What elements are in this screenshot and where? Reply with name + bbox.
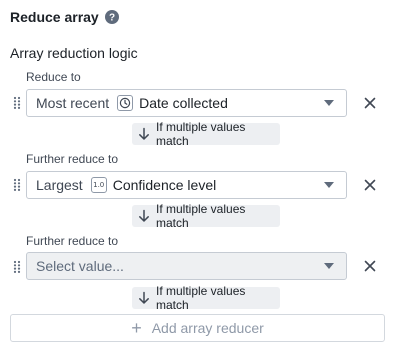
- arrow-down-icon: [138, 127, 150, 141]
- multiple-match-label: If multiple values match: [156, 284, 246, 312]
- aggregation-label: Most recent: [36, 95, 110, 111]
- reducer-label: Further reduce to: [26, 234, 119, 248]
- arrow-down-icon: [138, 209, 150, 223]
- arrow-down-icon: [138, 291, 150, 305]
- multiple-match-label: If multiple values match: [156, 120, 246, 148]
- aggregation-label: Largest: [36, 177, 83, 193]
- chevron-down-icon: [324, 182, 334, 188]
- multiple-match-label: If multiple values match: [156, 202, 246, 230]
- reducer-label: Reduce to: [26, 70, 81, 84]
- reducer-select[interactable]: Most recent Date collected: [26, 89, 347, 117]
- close-icon: [364, 260, 376, 272]
- close-icon: [364, 179, 376, 191]
- multiple-match-button[interactable]: If multiple values match: [132, 202, 280, 230]
- select-placeholder: Select value...: [36, 258, 124, 274]
- drag-handle-icon[interactable]: [12, 96, 22, 110]
- plus-icon: +: [131, 318, 142, 338]
- section-label: Array reduction logic: [10, 45, 138, 61]
- number-type-icon: 1.0: [90, 177, 107, 193]
- reducer-select[interactable]: Select value...: [26, 252, 347, 280]
- header: Reduce array ?: [10, 9, 119, 25]
- add-array-reducer-button[interactable]: + Add array reducer: [10, 314, 385, 342]
- remove-reducer-button[interactable]: [363, 259, 377, 273]
- reducer-select[interactable]: Largest 1.0 Confidence level: [26, 171, 347, 199]
- clock-icon: [117, 95, 134, 111]
- drag-handle-icon[interactable]: [12, 260, 22, 274]
- field-label: Confidence level: [112, 177, 217, 193]
- add-array-reducer-label: Add array reducer: [151, 320, 264, 336]
- page-title: Reduce array: [10, 9, 99, 25]
- help-icon[interactable]: ?: [104, 10, 119, 24]
- remove-reducer-button[interactable]: [363, 178, 377, 192]
- close-icon: [364, 97, 376, 109]
- remove-reducer-button[interactable]: [363, 96, 377, 110]
- field-label: Date collected: [139, 95, 228, 111]
- chevron-down-icon: [324, 263, 334, 269]
- reducer-label: Further reduce to: [26, 152, 119, 166]
- chevron-down-icon: [324, 100, 334, 106]
- multiple-match-button[interactable]: If multiple values match: [132, 284, 280, 312]
- multiple-match-button[interactable]: If multiple values match: [132, 120, 280, 148]
- drag-handle-icon[interactable]: [12, 178, 22, 192]
- svg-text:?: ?: [109, 13, 115, 24]
